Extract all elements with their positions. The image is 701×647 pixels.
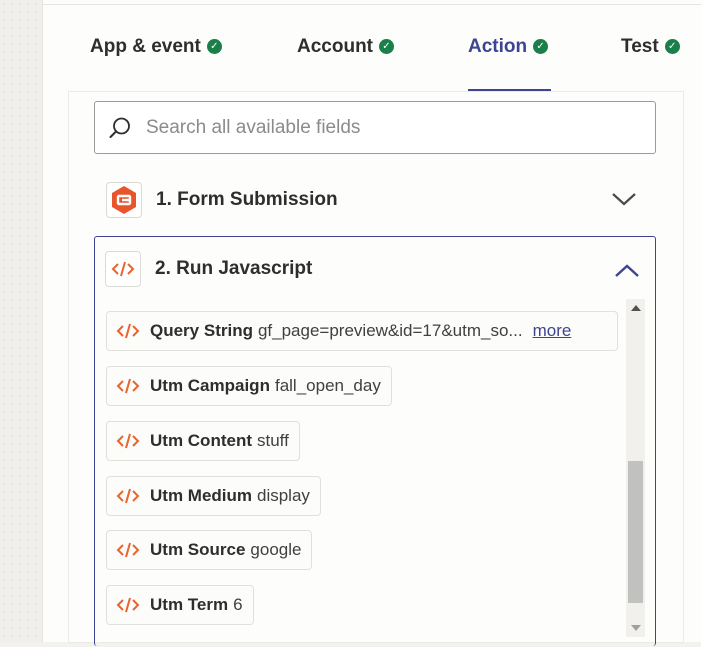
field-list-scrollbar[interactable] (626, 299, 645, 637)
tab-label: Account (297, 36, 373, 57)
search-icon (109, 117, 130, 138)
field-item-utm-content[interactable]: Utm Content stuff (106, 421, 300, 461)
check-circle-icon: ✓ (533, 39, 549, 54)
field-value: google (250, 540, 302, 559)
code-icon (116, 431, 140, 451)
field-value: gf_page=preview&id=17&utm_so... (257, 321, 523, 340)
code-icon (116, 595, 140, 615)
field-value: display (257, 486, 310, 505)
scroll-up-arrow-icon[interactable] (626, 299, 645, 317)
tab-action[interactable]: Action ✓ (468, 30, 551, 92)
field-item-utm-term[interactable]: Utm Term 6 (106, 585, 254, 625)
tab-label: Test (621, 36, 659, 57)
tab-account[interactable]: Account ✓ (297, 30, 394, 92)
field-name: Utm Term (150, 595, 229, 614)
code-icon (116, 540, 140, 560)
field-name: Utm Content (150, 431, 252, 450)
tab-test[interactable]: Test ✓ (621, 30, 680, 92)
panel-edge (683, 92, 684, 642)
code-icon (105, 250, 141, 287)
scroll-down-arrow-icon[interactable] (626, 619, 645, 637)
step-form-submission[interactable]: 1. Form Submission (94, 172, 656, 227)
field-value: 6 (233, 595, 243, 614)
code-icon (116, 376, 140, 396)
step-tabs: App & event ✓ Account ✓ Action ✓ Test ✓ (42, 30, 701, 92)
search-box[interactable] (94, 101, 656, 154)
chevron-up-icon[interactable] (614, 263, 640, 279)
field-item-utm-campaign[interactable]: Utm Campaign fall_open_day (106, 366, 392, 406)
search-input[interactable] (144, 115, 628, 140)
step-title: 2. Run Javascript (155, 257, 313, 279)
background (0, 0, 42, 642)
tab-app-event[interactable]: App & event ✓ (90, 30, 222, 92)
field-value: fall_open_day (274, 376, 381, 395)
code-icon (116, 486, 140, 506)
gravity-forms-icon (106, 181, 142, 218)
field-item-utm-medium[interactable]: Utm Medium display (106, 476, 321, 516)
field-name: Utm Source (150, 540, 246, 559)
field-picker-panel: 1. Form Submission 2. Run Javascript (69, 92, 683, 646)
step-title: 1. Form Submission (156, 188, 338, 210)
field-item-query-string[interactable]: Query String gf_page=preview&id=17&utm_s… (106, 311, 618, 351)
field-name: Utm Campaign (150, 376, 270, 395)
field-list: Query String gf_page=preview&id=17&utm_s… (106, 311, 618, 647)
tab-label: App & event (90, 36, 201, 57)
step-header[interactable]: 2. Run Javascript (95, 241, 655, 296)
divider (42, 4, 701, 5)
code-icon (116, 321, 140, 341)
field-name: Query String (150, 321, 253, 340)
chevron-down-icon[interactable] (611, 191, 637, 207)
more-link[interactable]: more (533, 321, 572, 341)
field-value: stuff (256, 431, 289, 450)
field-item-utm-source[interactable]: Utm Source google (106, 530, 313, 570)
field-name: Utm Medium (150, 486, 252, 505)
tab-label: Action (468, 36, 528, 57)
check-circle-icon: ✓ (664, 39, 680, 54)
check-circle-icon: ✓ (379, 39, 394, 54)
step-run-javascript: 2. Run Javascript Query String gf_page=p… (94, 236, 656, 646)
check-circle-icon: ✓ (206, 39, 222, 54)
scrollbar-thumb[interactable] (628, 461, 643, 603)
